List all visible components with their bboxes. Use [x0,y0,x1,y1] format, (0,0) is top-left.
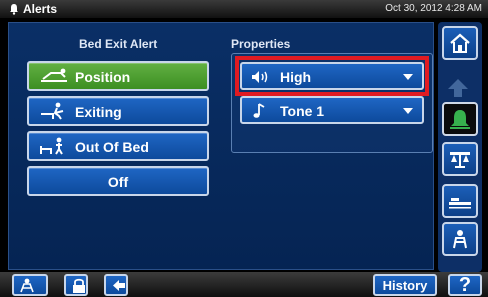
music-note-icon [253,103,265,118]
out-of-bed-button[interactable]: Out Of Bed [27,131,209,161]
chevron-down-icon [403,108,413,114]
bed-exit-section-title: Bed Exit Alert [79,37,158,51]
exiting-button[interactable]: Exiting [27,96,209,126]
tone-dropdown[interactable]: Tone 1 [240,96,424,124]
help-button[interactable]: ? [448,274,482,296]
tone-value: Tone 1 [280,103,325,119]
position-label: Position [75,69,131,85]
scroll-up-button[interactable] [442,73,478,99]
bell-icon [450,110,470,129]
off-button[interactable]: Off [27,166,209,196]
lock-button[interactable] [64,274,88,296]
exiting-icon [41,102,64,120]
position-button[interactable]: Position [27,61,209,91]
back-button[interactable] [104,274,128,296]
scroll-up-icon [448,79,468,97]
date-time: Oct 30, 2012 4:28 AM [385,3,482,14]
off-label: Off [107,174,129,190]
bell-icon [10,4,18,15]
title-bar: Alerts Oct 30, 2012 4:28 AM [0,0,488,18]
home-icon [450,33,470,53]
bed-icon [449,198,471,209]
out-of-bed-label: Out Of Bed [75,139,149,155]
scale-button[interactable] [442,142,478,176]
bed-button[interactable] [442,184,478,218]
properties-section-title: Properties [231,37,291,51]
history-button[interactable]: History [373,274,437,296]
position-icon [41,68,67,82]
people-button[interactable] [442,222,478,256]
out-of-bed-icon [40,137,63,155]
lock-icon [73,278,85,293]
alerts-nav-button[interactable] [442,102,478,136]
page-title: Alerts [23,2,58,16]
patient-button[interactable] [12,274,48,296]
people-icon [453,230,467,249]
volume-highlight-box [235,56,429,96]
home-button[interactable] [442,26,478,60]
people-icon [20,278,34,293]
alerts-panel: Bed Exit Alert Properties Position Exiti… [8,22,434,270]
help-label: ? [458,274,472,296]
exiting-label: Exiting [75,104,122,120]
scale-icon [450,152,470,168]
history-label: History [382,278,428,293]
back-arrow-icon [113,280,125,291]
